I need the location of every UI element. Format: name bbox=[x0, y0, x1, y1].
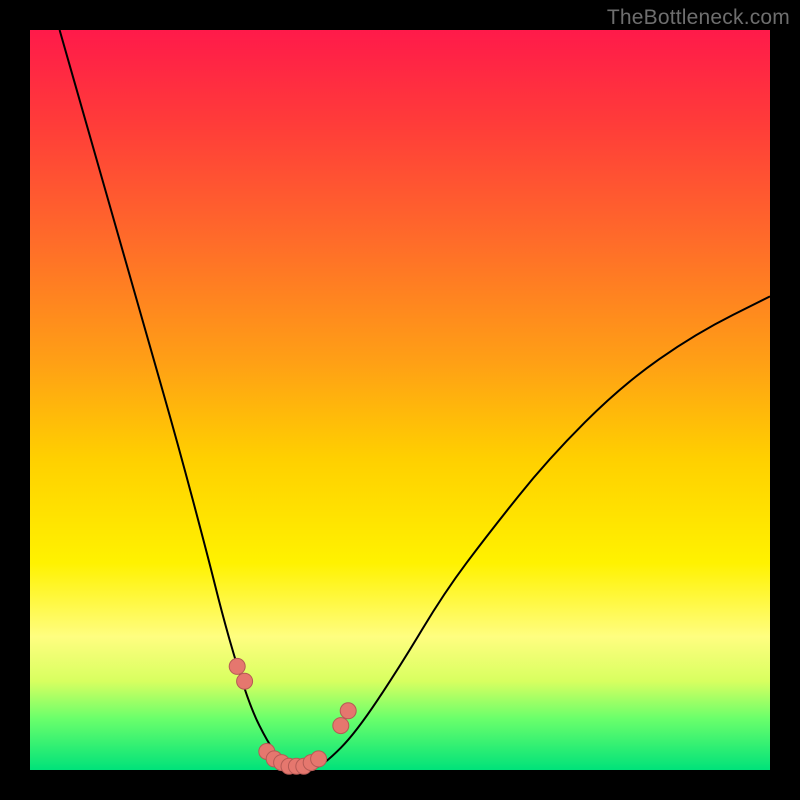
highlight-dot bbox=[333, 718, 349, 734]
highlight-dots bbox=[229, 658, 356, 774]
highlight-dot bbox=[229, 658, 245, 674]
highlight-dot bbox=[311, 751, 327, 767]
chart-svg bbox=[30, 30, 770, 770]
highlight-dot bbox=[340, 703, 356, 719]
outer-frame: TheBottleneck.com bbox=[0, 0, 800, 800]
bottleneck-curve bbox=[60, 30, 770, 770]
watermark-text: TheBottleneck.com bbox=[607, 6, 790, 30]
highlight-dot bbox=[237, 673, 253, 689]
plot-area bbox=[30, 30, 770, 770]
